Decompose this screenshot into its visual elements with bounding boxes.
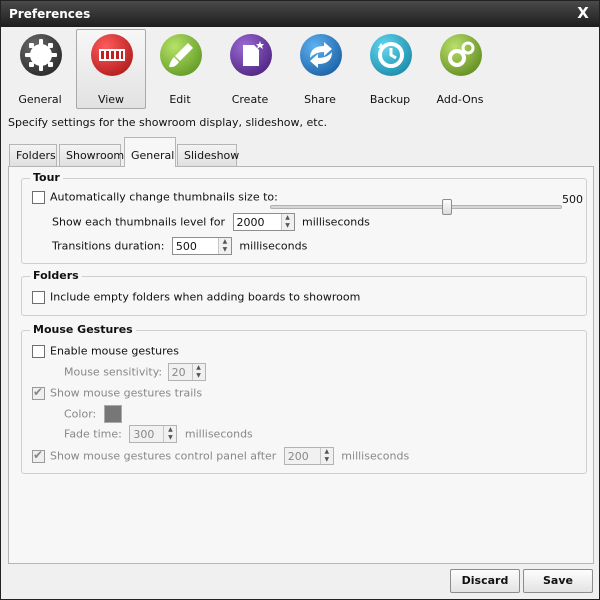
group-mouse-gestures: Mouse Gestures Enable mouse gestures Mou…: [21, 323, 587, 474]
sensitivity-label: Mouse sensitivity:: [64, 365, 163, 379]
toolbar-label: Add-Ons: [436, 93, 484, 106]
down-arrow-icon[interactable]: ▼: [164, 434, 176, 442]
level-row: Show each thumbnails level for 2000 ▲ ▼ m…: [52, 213, 370, 231]
transition-stepper[interactable]: 500 ▲ ▼: [171, 237, 232, 255]
toolbar-item-general[interactable]: General: [5, 29, 75, 109]
transition-row: Transitions duration: 500 ▲ ▼ millisecond…: [52, 237, 307, 255]
tab-showroom[interactable]: Showroom: [59, 144, 124, 166]
fade-unit: milliseconds: [184, 427, 253, 441]
title-bar: Preferences X: [1, 1, 599, 27]
level-label: Show each thumbnails level for: [52, 215, 225, 229]
addon-gears-icon: [440, 34, 482, 76]
toolbar-label: Create: [231, 93, 269, 106]
up-arrow-icon[interactable]: ▲: [193, 364, 205, 372]
checkmark-icon: ✔: [33, 384, 44, 399]
toolbar-label: View: [97, 93, 125, 106]
window-title: Preferences: [9, 7, 91, 21]
toolbar-item-edit[interactable]: Edit: [145, 29, 215, 109]
fade-label: Fade time:: [64, 427, 122, 441]
up-arrow-icon[interactable]: ▲: [219, 238, 231, 246]
toolbar-label: Edit: [169, 93, 191, 106]
save-button[interactable]: Save: [523, 569, 593, 593]
include-empty-checkbox[interactable]: [32, 290, 45, 304]
toolbar-item-add-ons[interactable]: Add-Ons: [425, 29, 495, 109]
up-arrow-icon[interactable]: ▲: [321, 448, 333, 456]
fade-row: Fade time: 300 ▲ ▼ milliseconds: [64, 425, 253, 443]
thumb-size-slider-handle[interactable]: [442, 199, 452, 215]
preferences-window: Preferences X General View Edit Create S…: [0, 0, 600, 600]
group-tour: Tour Automatically change thumbnails siz…: [21, 171, 587, 264]
group-title-tour: Tour: [30, 171, 63, 184]
enable-gestures-row: Enable mouse gestures: [32, 344, 179, 358]
toolbar-item-backup[interactable]: Backup: [355, 29, 425, 109]
toolbar-label: Backup: [369, 93, 411, 106]
group-folders: Folders Include empty folders when addin…: [21, 269, 587, 316]
panel-label: Show mouse gestures control panel after: [50, 449, 277, 463]
group-title-gestures: Mouse Gestures: [30, 323, 136, 336]
fade-value: 300: [133, 428, 155, 441]
color-swatch[interactable]: [103, 405, 122, 423]
share-arrows-icon: [300, 34, 342, 76]
tab-general[interactable]: General: [124, 137, 176, 167]
enable-gestures-checkbox[interactable]: [32, 344, 45, 358]
down-arrow-icon[interactable]: ▼: [219, 246, 231, 254]
thumb-size-slider[interactable]: [270, 199, 562, 215]
close-button[interactable]: X: [575, 4, 591, 22]
panel-checkbox[interactable]: ✔: [32, 447, 45, 463]
panel-unit: milliseconds: [341, 449, 410, 463]
trails-checkbox[interactable]: ✔: [32, 384, 45, 400]
backup-clock-icon: [370, 34, 412, 76]
color-label: Color:: [64, 407, 97, 421]
toolbar-label: General: [18, 93, 62, 106]
sensitivity-stepper[interactable]: 20 ▲ ▼: [167, 363, 206, 381]
slider-value: 500: [562, 193, 583, 206]
toolbar-label: Share: [304, 93, 336, 106]
toolbar-item-create[interactable]: Create: [215, 29, 285, 109]
level-stepper[interactable]: 2000 ▲ ▼: [232, 213, 295, 231]
down-arrow-icon[interactable]: ▼: [321, 456, 333, 464]
checkmark-icon: ✔: [33, 447, 44, 462]
down-arrow-icon[interactable]: ▼: [282, 222, 294, 230]
auto-thumb-label: Automatically change thumbnails size to:: [50, 190, 278, 204]
tab-slideshow[interactable]: Slideshow: [177, 144, 239, 166]
new-document-icon: [230, 34, 272, 76]
panel-row: ✔ Show mouse gestures control panel after…: [32, 447, 409, 465]
discard-button[interactable]: Discard: [450, 569, 520, 593]
toolbar-item-share[interactable]: Share: [285, 29, 355, 109]
down-arrow-icon[interactable]: ▼: [193, 372, 205, 380]
toolbar-item-view[interactable]: View: [76, 29, 146, 109]
transition-label: Transitions duration:: [52, 239, 165, 253]
include-empty-row: Include empty folders when adding boards…: [32, 290, 360, 304]
brush-icon: [160, 34, 202, 76]
tab-panel: Tour Automatically change thumbnails siz…: [8, 166, 594, 564]
trails-label: Show mouse gestures trails: [50, 386, 203, 400]
color-row: Color:: [64, 405, 122, 423]
panel-stepper[interactable]: 200 ▲ ▼: [283, 447, 334, 465]
level-value: 2000: [236, 216, 265, 229]
auto-thumb-checkbox[interactable]: [32, 190, 45, 204]
enable-gestures-label: Enable mouse gestures: [50, 344, 179, 358]
filmstrip-icon: [91, 34, 133, 76]
up-arrow-icon[interactable]: ▲: [282, 214, 294, 222]
sensitivity-value: 20: [171, 366, 186, 379]
fade-stepper[interactable]: 300 ▲ ▼: [129, 425, 178, 443]
include-empty-label: Include empty folders when adding boards…: [50, 290, 361, 304]
level-unit: milliseconds: [302, 215, 370, 229]
page-description: Specify settings for the showroom displa…: [8, 116, 328, 129]
toolbar: General View Edit Create Share Backup Ad…: [1, 27, 599, 111]
sensitivity-row: Mouse sensitivity: 20 ▲ ▼: [64, 363, 210, 381]
transition-value: 500: [175, 240, 197, 253]
gear-badge-icon: [20, 34, 62, 76]
up-arrow-icon[interactable]: ▲: [164, 426, 176, 434]
panel-value: 200: [287, 450, 309, 463]
group-title-folders: Folders: [30, 269, 82, 282]
tab-folders[interactable]: Folders: [9, 144, 57, 166]
auto-thumb-row: Automatically change thumbnails size to:: [32, 190, 278, 204]
transition-unit: milliseconds: [239, 239, 308, 253]
trails-row: ✔ Show mouse gestures trails: [32, 384, 203, 400]
